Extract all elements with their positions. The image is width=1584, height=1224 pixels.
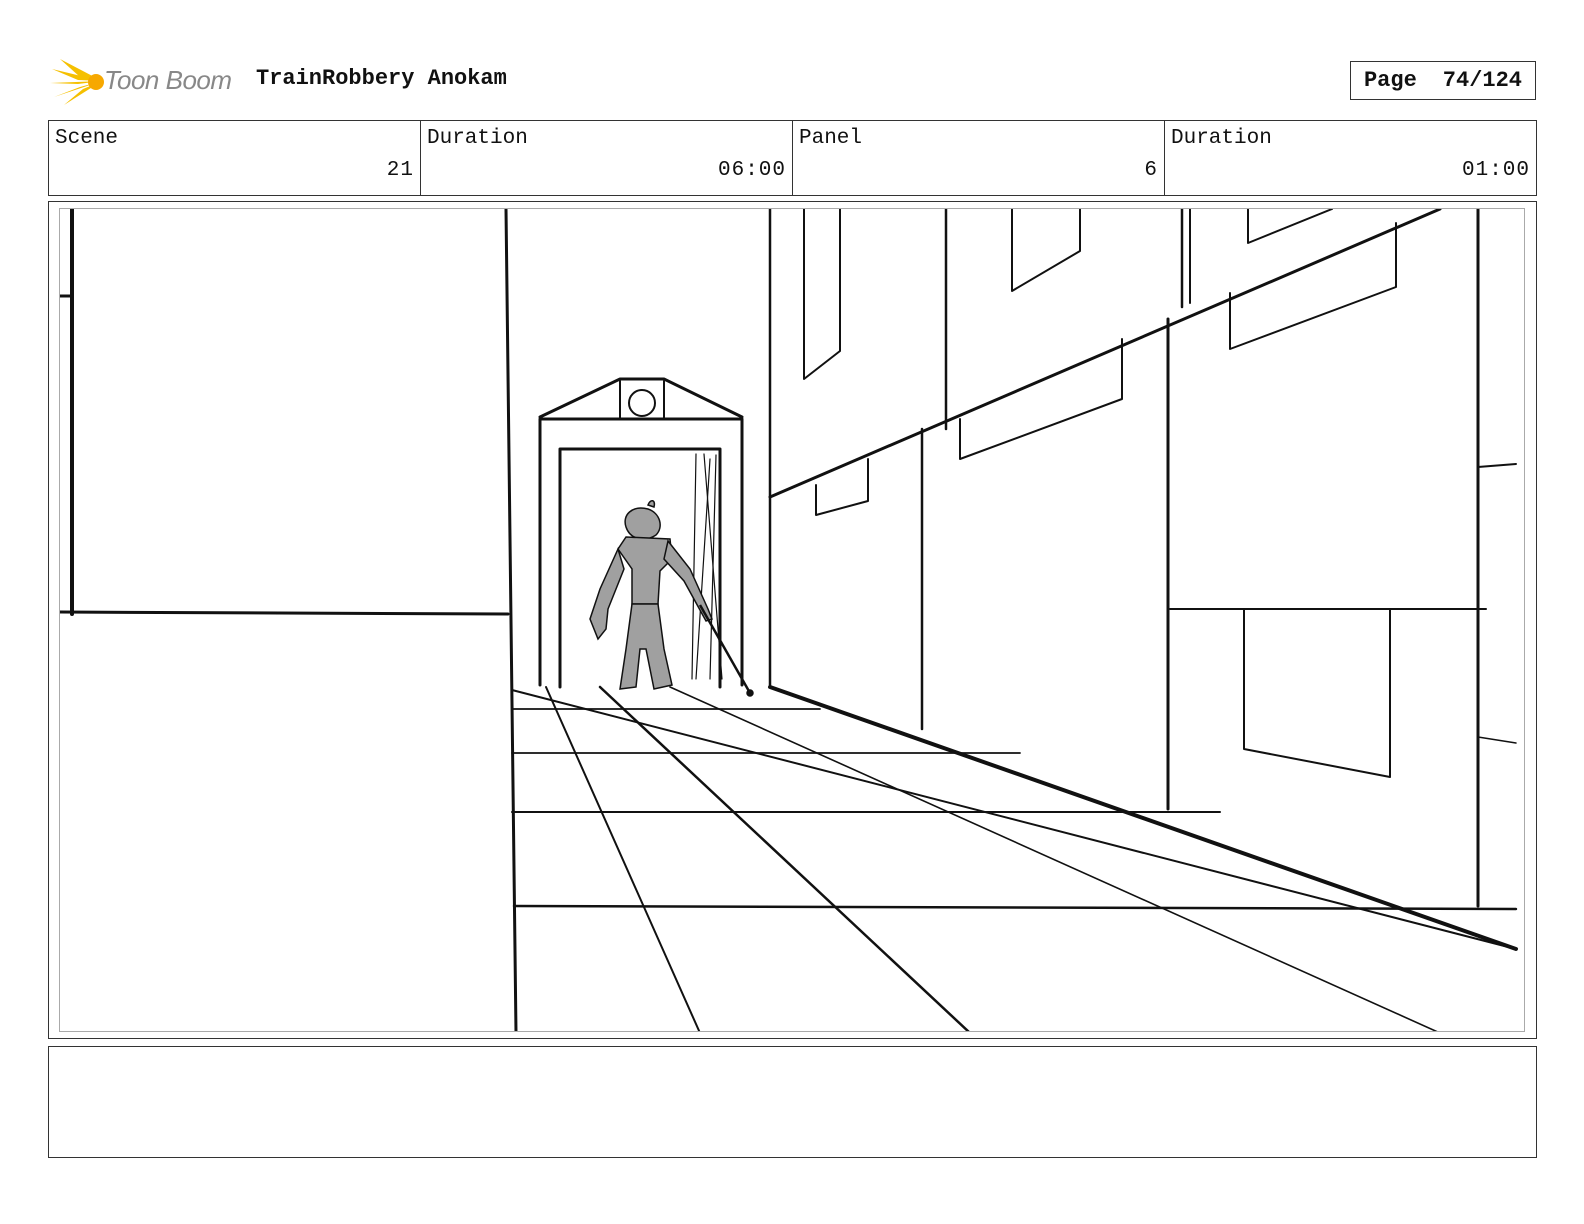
panel-info-row: Scene 21 Duration 06:00 Panel 6 Duration… [48,120,1537,196]
storyboard-panel-frame [48,201,1537,1039]
scene-duration-value: 06:00 [717,159,786,182]
storyboard-panel-image [59,208,1525,1032]
panel-label: Panel [799,127,863,150]
corridor-sketch [60,209,1518,1031]
scene-duration-label: Duration [427,127,528,150]
toon-boom-logo: Toon Boom [50,55,240,107]
scene-value: 21 [386,159,414,182]
toon-boom-burst-icon [50,59,104,105]
scene-cell: Scene 21 [49,121,421,195]
panel-notes-box [48,1046,1537,1158]
panel-value: 6 [1144,159,1158,182]
page-indicator: Page 74/124 [1350,61,1536,100]
page-number: 74/124 [1442,68,1523,93]
scene-label: Scene [55,127,119,150]
page-label: Page [1363,68,1417,93]
logo-text: Toon Boom [104,65,232,95]
character-figure [589,500,754,697]
project-title: TrainRobbery Anokam [256,66,507,91]
panel-cell: Panel 6 [793,121,1165,195]
panel-duration-label: Duration [1171,127,1272,150]
panel-duration-cell: Duration 01:00 [1165,121,1536,195]
panel-duration-value: 01:00 [1461,159,1530,182]
scene-duration-cell: Duration 06:00 [421,121,793,195]
